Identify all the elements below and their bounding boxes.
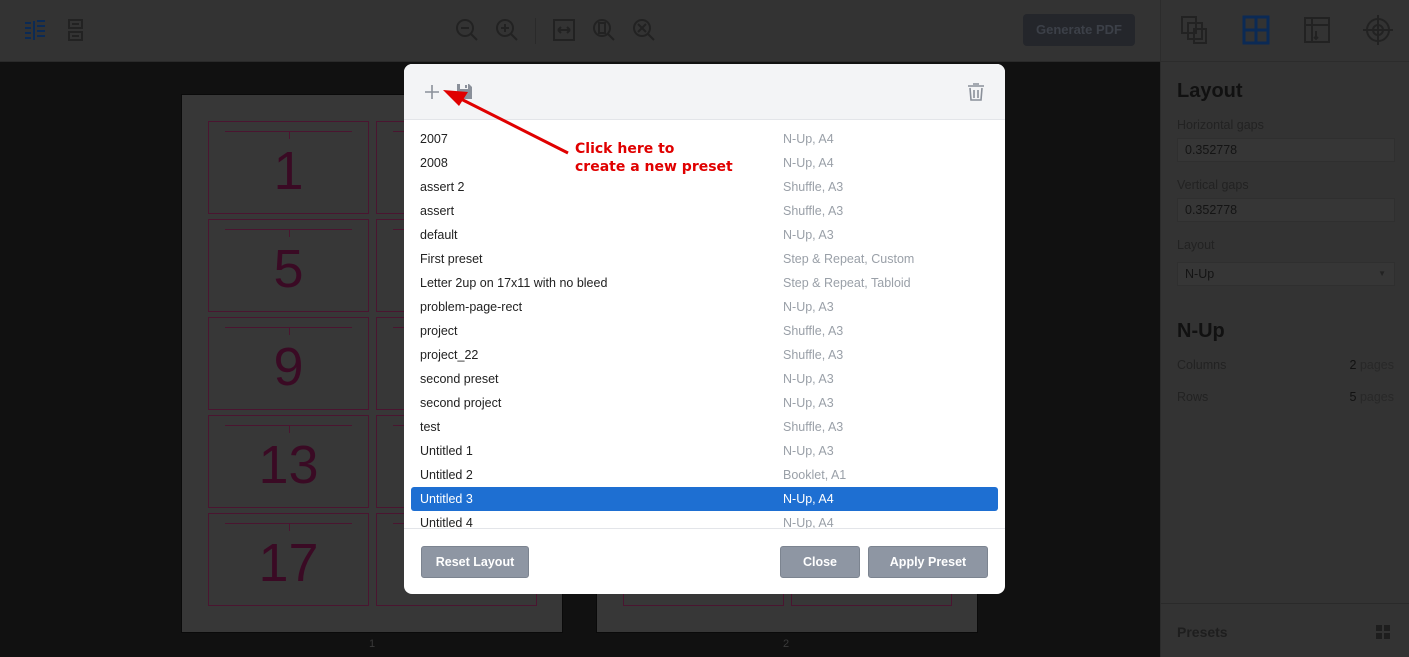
annotation-arrow <box>443 90 569 155</box>
annotation-text: Click here to create a new preset <box>575 141 733 175</box>
